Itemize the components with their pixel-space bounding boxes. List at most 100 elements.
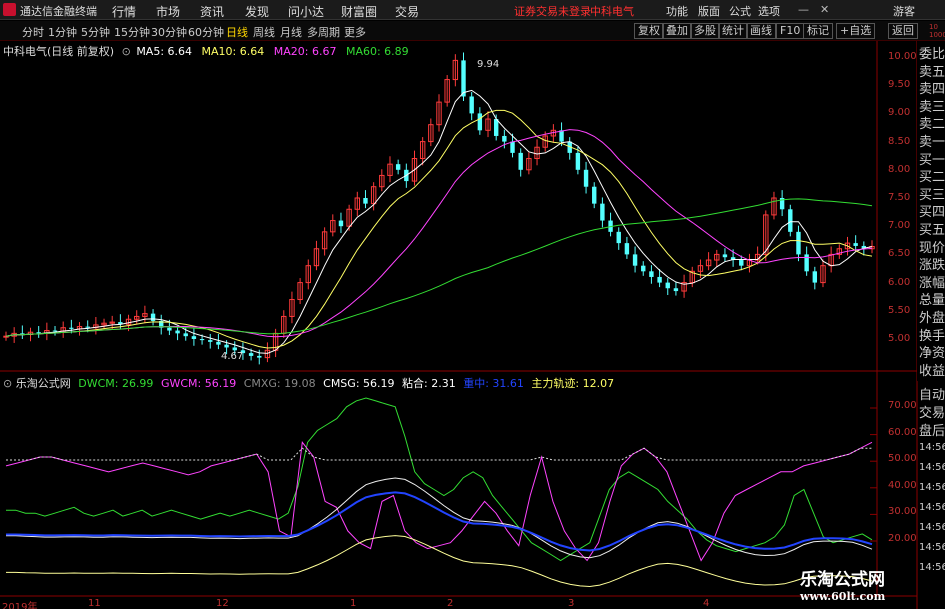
price-tick: 8.00 — [888, 163, 911, 175]
candle-body — [665, 282, 670, 289]
candle-body — [624, 243, 630, 255]
candle-body — [224, 344, 229, 348]
candle-body — [199, 339, 205, 341]
indicator-tick: 70.00 — [888, 400, 917, 411]
candle-body — [722, 254, 728, 258]
price-tick: 10.00 — [888, 51, 917, 62]
price-tick: 6.00 — [888, 276, 911, 288]
candle-body — [469, 96, 474, 114]
tick-time: 14:56 — [919, 542, 945, 553]
tick-time: 14:56 — [919, 442, 945, 453]
sidebar-label: 卖三 — [919, 99, 945, 115]
sidebar-label: 买四 — [919, 205, 945, 221]
watermark: 乐淘公式网 www.60lt.com — [800, 565, 885, 603]
indicator-name: 乐淘公式网 — [15, 377, 71, 390]
settings-icon[interactable]: ⊙ — [3, 377, 12, 390]
indicator-tick: 20.00 — [888, 533, 917, 544]
ma10-label: MA10: 6.64 — [201, 45, 265, 58]
price-tick: 6.50 — [888, 248, 911, 260]
candle-body — [616, 231, 621, 244]
candle-body — [853, 243, 858, 246]
center-label: 重中: 31.61 — [463, 377, 524, 390]
candle-body — [657, 276, 662, 283]
candle-body — [575, 152, 581, 170]
kline-chart[interactable] — [0, 0, 945, 609]
sidebar-label: 买五 — [919, 223, 945, 238]
candle-body — [167, 327, 172, 331]
candle-body — [232, 347, 237, 351]
date-tick: 4 — [703, 598, 710, 609]
candle-body — [248, 353, 254, 356]
sidebar-trade-label[interactable]: 交易 — [919, 402, 945, 421]
tick-sidebar: 自动 交易 盘后 14:56 14:56 14:56 14:56 14:56 14:56 14:5… — [917, 384, 945, 609]
indicator-tick: 30.00 — [888, 506, 917, 518]
candle-body — [673, 288, 679, 292]
watermark-url: www.60lt.com — [800, 590, 886, 603]
cmxg-label: CMXG: 19.08 — [243, 377, 316, 390]
sidebar-label: 净资 — [919, 346, 945, 362]
price-tick: 5.50 — [888, 304, 911, 316]
sidebar-label: 卖四 — [919, 82, 945, 98]
center-line — [6, 491, 873, 552]
candle-body — [739, 260, 744, 266]
sidebar-top-mark: 10 1000 — [929, 23, 945, 39]
sidebar-label: 卖一 — [919, 135, 945, 150]
candle-body — [649, 271, 654, 277]
price-tick: 9.00 — [888, 107, 911, 119]
sidebar-label: 涨跌 — [919, 258, 945, 274]
sidebar-label: 委比 — [919, 47, 945, 62]
price-tick: 7.50 — [888, 192, 911, 203]
sidebar-label: 外盘 — [919, 311, 945, 326]
sidebar-label: 买一 — [919, 152, 945, 168]
tick-time: 14:56 — [919, 522, 945, 533]
candle-body — [85, 326, 90, 328]
candle-body — [477, 113, 483, 131]
high-price-mark: 9.94 — [477, 59, 500, 70]
price-tick: 9.50 — [888, 79, 911, 91]
candle-body — [150, 313, 156, 321]
settings-icon[interactable]: ⊙ — [122, 45, 131, 58]
ma60-label: MA60: 6.89 — [345, 45, 409, 58]
candle-body — [796, 231, 801, 255]
ma60-line — [5, 198, 873, 337]
candle-body — [804, 254, 809, 272]
date-tick: 2 — [447, 598, 454, 609]
ma20-label: MA20: 6.67 — [273, 45, 337, 58]
sidebar-trade-label[interactable]: 盘后 — [919, 420, 945, 439]
candle-body — [257, 355, 262, 358]
candle-body — [518, 152, 523, 170]
date-tick: 3 — [568, 598, 575, 609]
candle-body — [461, 60, 466, 97]
sidebar-label: 卖五 — [919, 64, 945, 80]
date-tick: 2019年 — [2, 602, 38, 609]
candle-body — [175, 330, 180, 334]
main-chart-legend: 中科电气(日线 前复权) ⊙ MA5: 6.64 MA10: 6.64 MA20… — [3, 43, 409, 59]
sidebar-label: 买二 — [919, 170, 945, 186]
candle-body — [69, 327, 74, 329]
candle-body — [395, 164, 401, 170]
dwcm-label: DWCM: 26.99 — [78, 377, 154, 390]
candle-body — [641, 265, 646, 272]
cmsg-label: CMSG: 56.19 — [323, 377, 395, 390]
candle-body — [183, 333, 188, 337]
candle-body — [493, 119, 499, 136]
price-tick: 5.00 — [888, 333, 911, 344]
sidebar-label: 涨幅 — [919, 275, 945, 291]
order-book-sidebar: 10 1000 委比 卖五 卖四 卖三 卖二 卖一 买一 买二 买三 买四 买五 现价 涨跌 涨幅 总量 外盘… — [917, 23, 945, 381]
stock-label: 中科电气(日线 前复权) — [3, 45, 115, 58]
indicator-legend: ⊙ 乐淘公式网 DWCM: 26.99 GWCM: 56.19 CMXG: 19… — [3, 375, 614, 391]
sidebar-label: 卖二 — [919, 117, 945, 133]
sidebar-label: 换手 — [919, 328, 945, 344]
sidebar-trade-label[interactable]: 自动 — [919, 384, 945, 403]
candle-body — [592, 186, 597, 204]
ma10-line — [5, 109, 873, 349]
candle-body — [216, 341, 221, 345]
price-tick: 7.00 — [888, 220, 911, 232]
date-tick: 12 — [216, 598, 229, 609]
candle-body — [208, 340, 213, 342]
low-price-mark: 4.67 — [221, 351, 244, 362]
candle-body — [788, 209, 793, 232]
candle-body — [632, 254, 638, 266]
gwcm-label: GWCM: 56.19 — [160, 377, 237, 390]
sidebar-label: 现价 — [919, 240, 945, 256]
